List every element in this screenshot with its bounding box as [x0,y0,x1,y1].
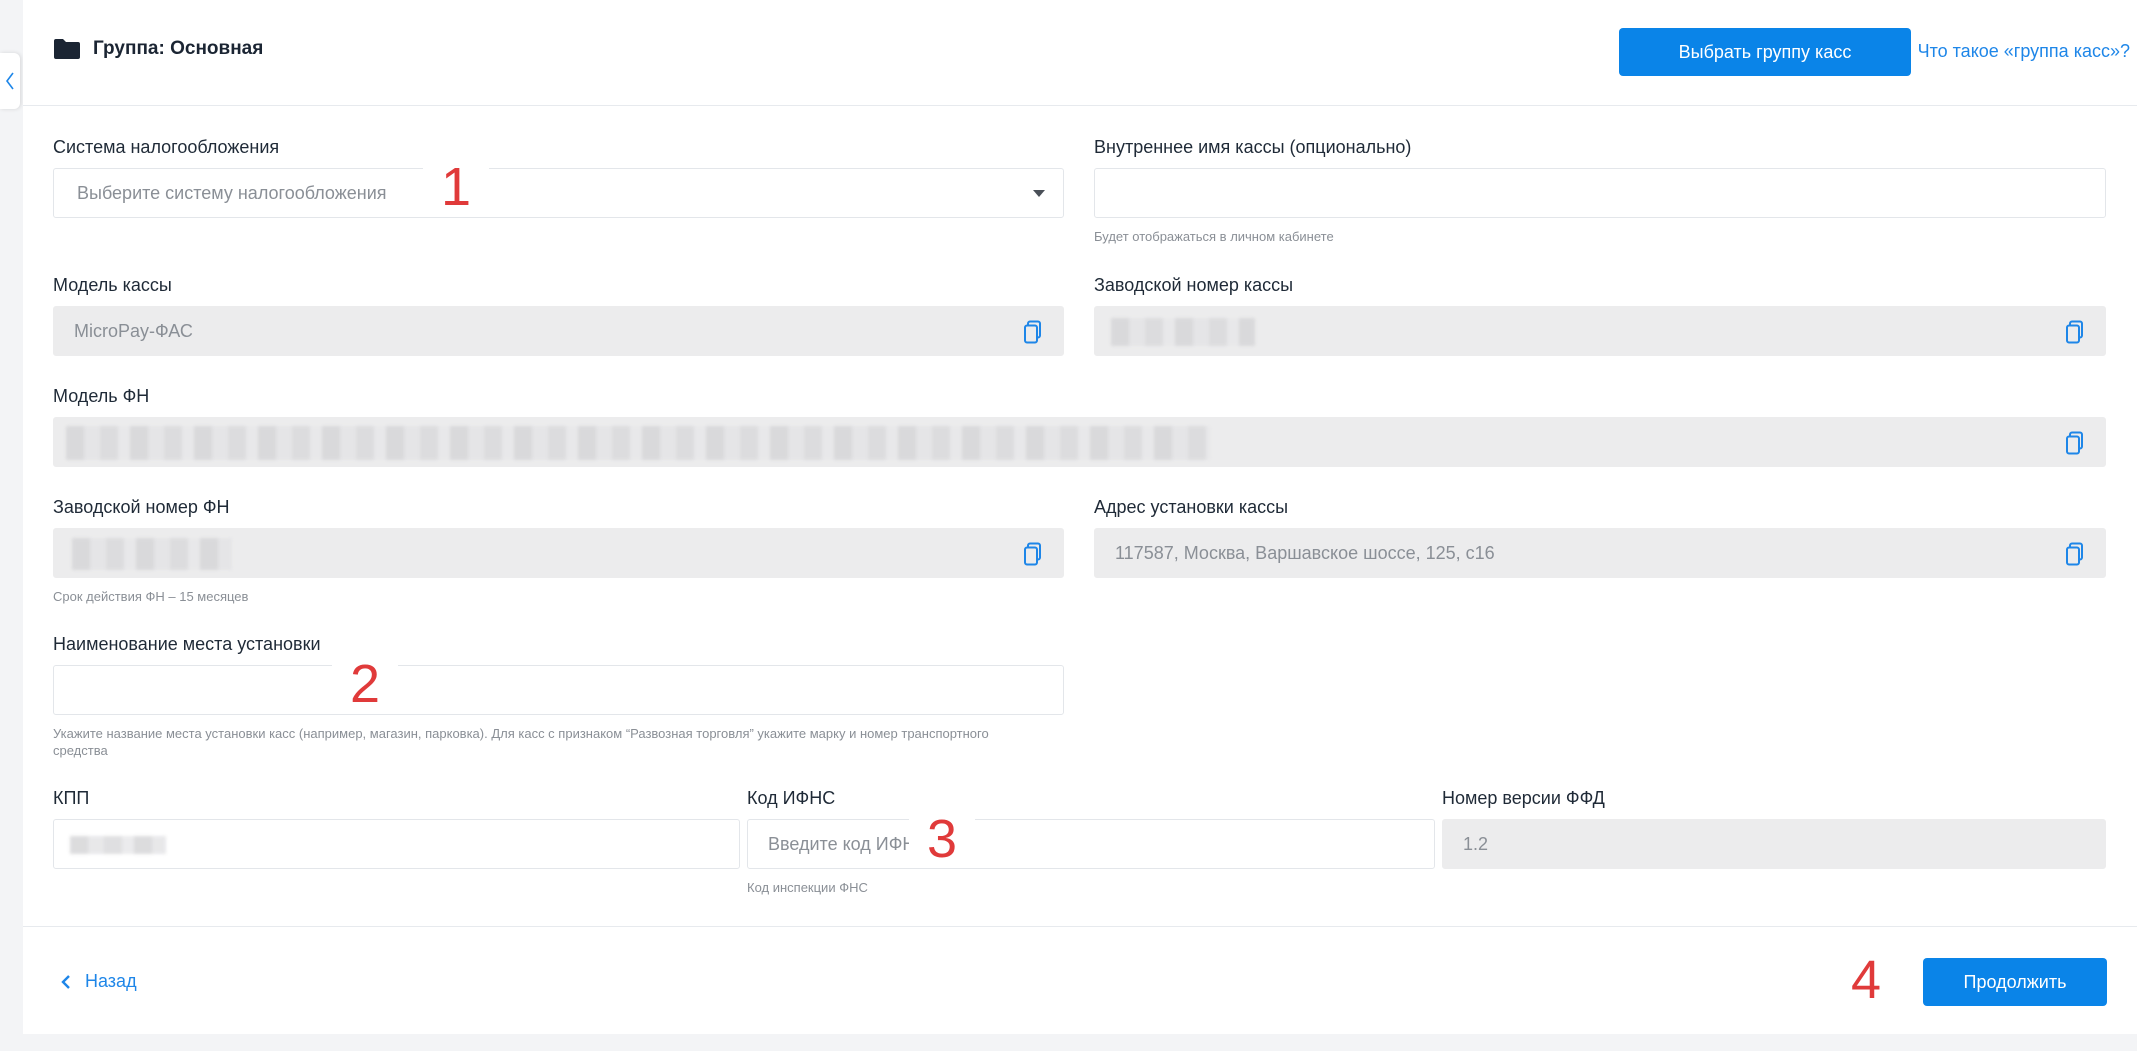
redacted-fn-model [66,426,1211,460]
tax-system-placeholder: Выберите систему налогообложения [77,183,387,203]
annotation-marker-1: 1 [423,158,490,216]
page: Группа: Основная Выбрать группу касс Что… [0,0,2137,1051]
collapse-sidebar-toggle[interactable] [0,53,20,109]
ifns-code-label: Код ИФНС [747,788,836,808]
back-link-label: Назад [85,971,137,991]
copy-icon[interactable] [2065,542,2085,566]
fn-model-label: Модель ФН [53,386,150,406]
redacted-register-serial [1111,318,1255,346]
choose-register-group-button[interactable]: Выбрать группу касс [1619,28,1911,76]
kpp-label: КПП [53,788,90,808]
ffd-version-label: Номер версии ФФД [1442,788,1605,808]
register-serial-field [1094,306,2106,356]
ifns-code-input[interactable]: Введите код ИФНС [747,819,1435,869]
ffd-version-value: 1.2 [1463,834,1489,854]
what-is-register-group-link[interactable]: Что такое «группа касс»? [1900,41,2130,62]
internal-name-hint: Будет отображаться в личном кабинете [1094,229,1334,244]
fn-serial-field [53,528,1064,578]
redacted-kpp [70,836,166,854]
tax-system-select[interactable]: Выберите систему налогообложения [53,168,1064,218]
register-model-label: Модель кассы [53,275,172,295]
redacted-fn-serial [72,538,232,570]
install-place-input[interactable] [53,665,1064,715]
ifns-code-hint: Код инспекции ФНС [747,880,868,895]
copy-icon[interactable] [1023,320,1043,344]
copy-icon[interactable] [2065,431,2085,455]
install-address-field: 117587, Москва, Варшавское шоссе, 125, с… [1094,528,2106,578]
back-link[interactable]: Назад [61,971,137,992]
register-model-field: MicroPay-ФАС [53,306,1064,356]
form-header: Группа: Основная Выбрать группу касс Что… [23,0,2137,106]
cash-register-form-card: Группа: Основная Выбрать группу касс Что… [23,0,2137,1034]
internal-name-label: Внутреннее имя кассы (опционально) [1094,137,1412,157]
register-model-value: MicroPay-ФАС [74,321,193,341]
register-serial-label: Заводской номер кассы [1094,275,1294,295]
group-title-text: Группа: Основная [93,38,264,59]
fn-serial-label: Заводской номер ФН [53,497,230,517]
copy-icon[interactable] [1023,542,1043,566]
ifns-code-placeholder: Введите код ИФНС [768,834,929,854]
annotation-marker-4: 4 [1845,951,1888,1009]
ffd-version-field: 1.2 [1442,819,2106,869]
chevron-left-icon [61,974,70,989]
copy-icon[interactable] [2065,320,2085,344]
fn-model-field [53,417,2106,467]
internal-name-input[interactable] [1094,168,2106,218]
tax-system-label: Система налогообложения [53,137,280,157]
group-title: Группа: Основная [53,38,263,60]
install-place-label: Наименование места установки [53,634,321,654]
caret-down-icon [1033,190,1045,197]
install-address-value: 117587, Москва, Варшавское шоссе, 125, с… [1115,543,1495,563]
chevron-left-icon [6,72,14,90]
annotation-marker-2: 2 [332,655,399,713]
install-place-hint: Укажите название места установки касс (н… [53,726,989,758]
continue-button[interactable]: Продолжить [1923,958,2107,1006]
kpp-input[interactable] [53,819,740,869]
install-address-label: Адрес установки кассы [1094,497,1289,517]
annotation-marker-3: 3 [909,810,976,868]
fn-serial-hint: Срок действия ФН – 15 месяцев [53,589,249,604]
form-footer: Назад 4 Продолжить [23,926,2137,1034]
folder-icon [54,39,80,59]
